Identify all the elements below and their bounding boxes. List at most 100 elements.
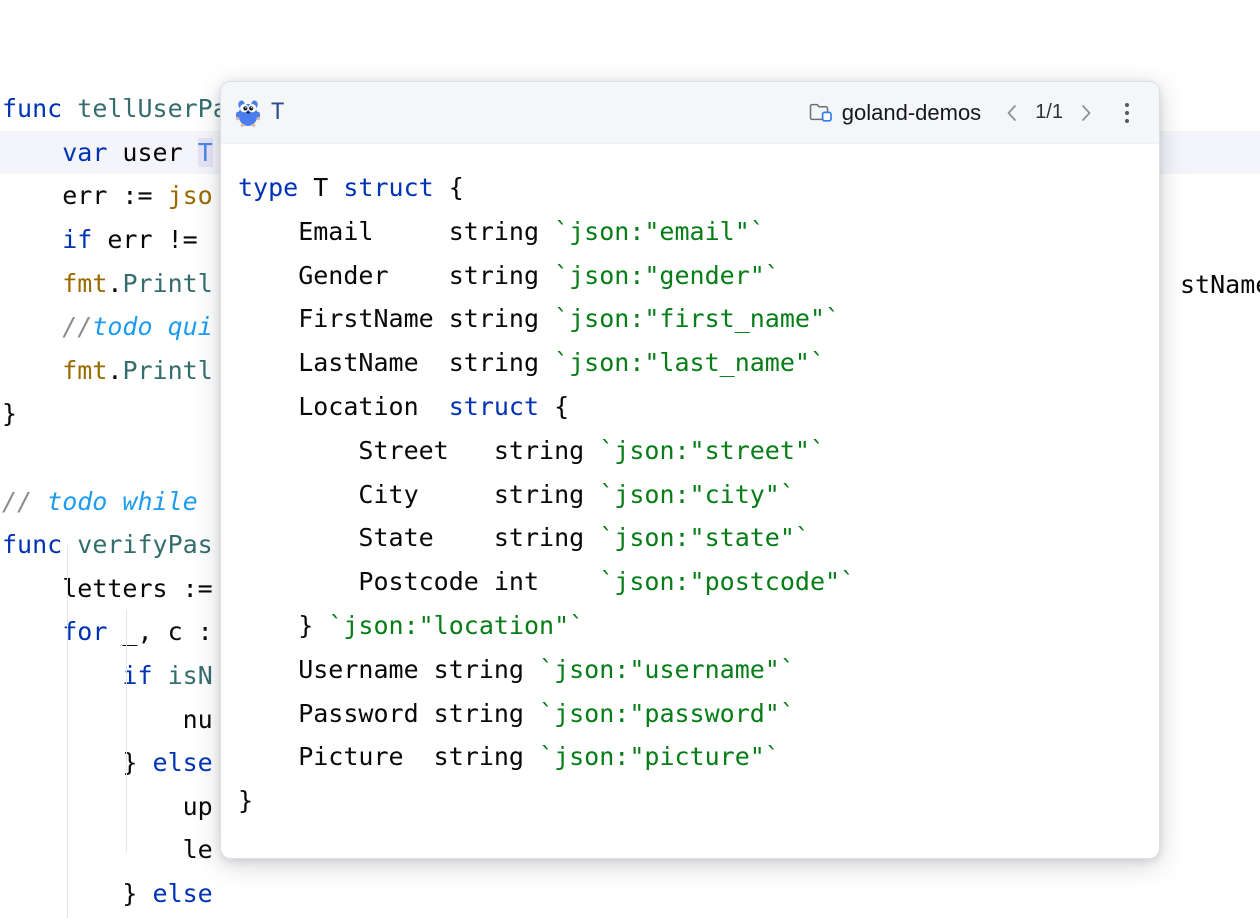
code-line[interactable]: City string `json:"city"` bbox=[221, 473, 1159, 517]
code-token: Printl bbox=[122, 269, 212, 298]
quick-definition-popup[interactable]: T goland-demos 1 bbox=[220, 81, 1160, 859]
code-edge-fragment: stName, bbox=[1180, 263, 1260, 307]
code-token: `json:"first_name"` bbox=[554, 304, 840, 333]
code-token: `json:"street"` bbox=[599, 436, 825, 465]
code-line[interactable]: Postcode int `json:"postcode"` bbox=[221, 560, 1159, 604]
code-line[interactable]: } bbox=[221, 779, 1159, 823]
code-token: LastName string bbox=[238, 348, 554, 377]
code-token bbox=[2, 356, 62, 385]
popup-header-right: goland-demos 1/1 bbox=[809, 95, 1145, 131]
code-token bbox=[2, 617, 62, 646]
code-token: for bbox=[62, 617, 107, 646]
code-token: nu bbox=[2, 705, 213, 734]
code-token: `json:"email"` bbox=[554, 217, 765, 246]
code-token: struct bbox=[449, 392, 539, 421]
code-token: var bbox=[62, 138, 107, 167]
code-token bbox=[2, 269, 62, 298]
code-token: Gender string bbox=[238, 261, 554, 290]
code-token: else bbox=[153, 748, 213, 777]
code-token: } bbox=[2, 879, 153, 908]
code-token: City string bbox=[238, 480, 599, 509]
code-token: T bbox=[198, 138, 213, 167]
code-token: `json:"picture"` bbox=[539, 742, 780, 771]
code-token: fmt bbox=[62, 269, 107, 298]
module-chip[interactable]: goland-demos bbox=[809, 100, 995, 126]
code-token: { bbox=[539, 392, 569, 421]
code-token: Password string bbox=[238, 699, 539, 728]
code-token: Street string bbox=[238, 436, 599, 465]
code-token: Email string bbox=[238, 217, 554, 246]
code-token: struct bbox=[343, 173, 433, 202]
code-line[interactable]: Picture string `json:"picture"` bbox=[221, 735, 1159, 779]
code-token: jso bbox=[168, 181, 213, 210]
code-line[interactable]: LastName string `json:"last_name"` bbox=[221, 341, 1159, 385]
code-token: `json:"username"` bbox=[539, 655, 795, 684]
code-token: . bbox=[107, 269, 122, 298]
code-token: } bbox=[238, 786, 253, 815]
code-line[interactable]: Gender string `json:"gender"` bbox=[221, 254, 1159, 298]
code-line[interactable]: FirstName string `json:"first_name"` bbox=[221, 297, 1159, 341]
code-line[interactable]: Street string `json:"street"` bbox=[221, 429, 1159, 473]
code-line[interactable]: State string `json:"state"` bbox=[221, 516, 1159, 560]
popup-header: T goland-demos 1 bbox=[221, 82, 1159, 144]
code-token: verifyPas bbox=[77, 530, 212, 559]
code-token: Picture string bbox=[238, 742, 539, 771]
goland-editor-screen: func tellUserPassword(userData string, t… bbox=[0, 0, 1260, 918]
code-token: le bbox=[2, 835, 213, 864]
code-token: . bbox=[107, 356, 122, 385]
code-line[interactable]: Username string `json:"username"` bbox=[221, 648, 1159, 692]
code-token: FirstName string bbox=[238, 304, 554, 333]
code-token: Postcode int bbox=[238, 567, 599, 596]
code-line[interactable]: } else bbox=[0, 872, 1260, 916]
module-folder-icon bbox=[809, 102, 833, 123]
definition-source-container[interactable]: type T struct { Email string `json:"emai… bbox=[221, 166, 1159, 823]
popup-body[interactable]: type T struct { Email string `json:"emai… bbox=[221, 144, 1159, 858]
code-token: func bbox=[2, 530, 77, 559]
kebab-dot bbox=[1125, 119, 1129, 123]
code-line[interactable]: Email string `json:"email"` bbox=[221, 210, 1159, 254]
more-options-button[interactable] bbox=[1109, 95, 1145, 131]
code-token: Printl bbox=[122, 356, 212, 385]
code-token: } bbox=[238, 611, 328, 640]
code-token: `json:"postcode"` bbox=[599, 567, 855, 596]
code-token bbox=[2, 225, 62, 254]
code-token: else bbox=[153, 879, 213, 908]
code-token bbox=[153, 661, 168, 690]
code-token: err != bbox=[92, 225, 212, 254]
code-token bbox=[2, 312, 62, 341]
code-token: // bbox=[62, 312, 92, 341]
code-line[interactable]: type T struct { bbox=[221, 166, 1159, 210]
code-token: `json:"state"` bbox=[599, 523, 810, 552]
code-token bbox=[2, 138, 62, 167]
code-token bbox=[2, 661, 122, 690]
code-token: T bbox=[313, 173, 343, 202]
indent-guide bbox=[67, 545, 68, 918]
module-name: goland-demos bbox=[842, 100, 981, 126]
code-token: _, c : bbox=[107, 617, 212, 646]
kebab-dot bbox=[1125, 103, 1129, 107]
code-token: err := bbox=[2, 181, 168, 210]
code-token: isN bbox=[168, 661, 213, 690]
code-line[interactable]: Password string `json:"password"` bbox=[221, 692, 1159, 736]
code-token: `json:"gender"` bbox=[554, 261, 780, 290]
next-definition-button[interactable] bbox=[1069, 96, 1103, 130]
code-token: up bbox=[2, 792, 213, 821]
prev-definition-button[interactable] bbox=[995, 96, 1029, 130]
code-token: user bbox=[107, 138, 197, 167]
kebab-dot bbox=[1125, 111, 1129, 115]
popup-header-left: T bbox=[235, 99, 285, 127]
code-token: type bbox=[238, 173, 313, 202]
code-token: fmt bbox=[62, 356, 107, 385]
code-token: todo qui bbox=[92, 312, 212, 341]
code-token: } bbox=[2, 748, 153, 777]
go-gopher-icon bbox=[235, 99, 261, 127]
code-line[interactable]: } `json:"location"` bbox=[221, 604, 1159, 648]
popup-title: T bbox=[271, 100, 285, 125]
code-token: `json:"location"` bbox=[328, 611, 584, 640]
code-token: if bbox=[62, 225, 92, 254]
code-token: `json:"last_name"` bbox=[554, 348, 825, 377]
code-line[interactable]: Location struct { bbox=[221, 385, 1159, 429]
code-token: } bbox=[2, 399, 17, 428]
code-token: Location bbox=[238, 392, 449, 421]
code-token: { bbox=[434, 173, 464, 202]
